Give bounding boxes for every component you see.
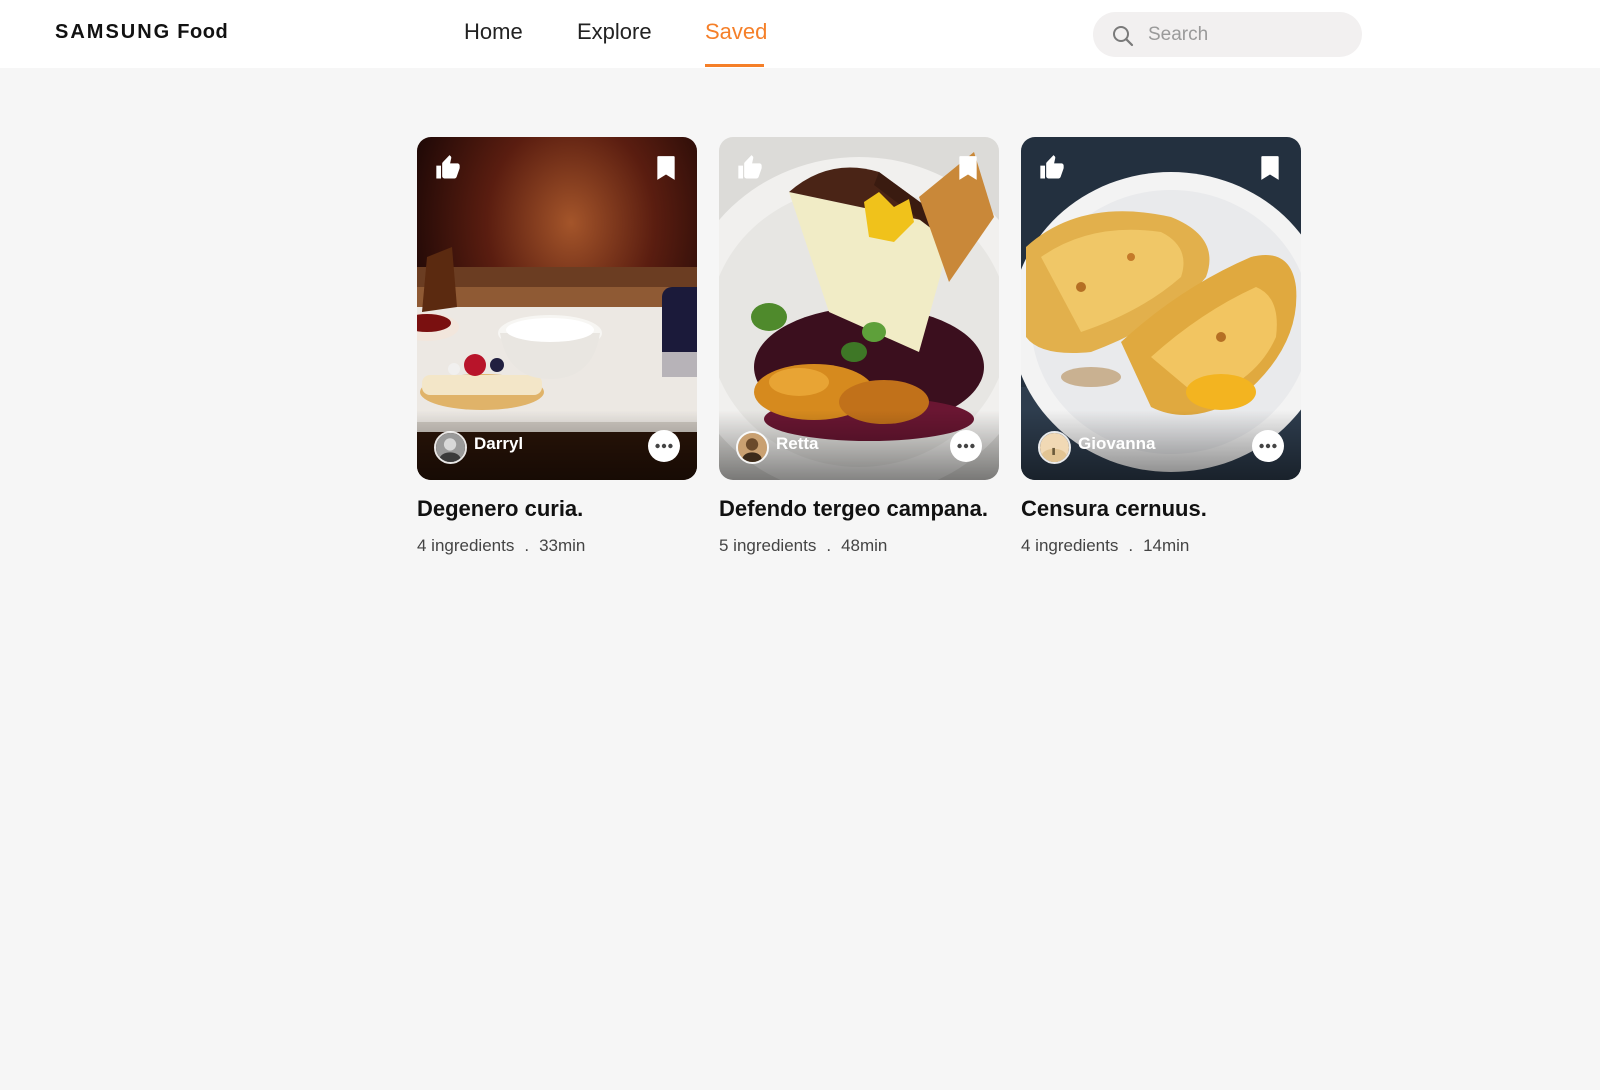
recipe-author[interactable]: Darryl (434, 430, 523, 464)
recipe-title[interactable]: Degenero curia. (417, 496, 583, 522)
recipe-title[interactable]: Censura cernuus. (1021, 496, 1207, 522)
logo-brand: SAMSUNG (55, 21, 172, 43)
cook-time: 48min (841, 536, 888, 555)
recipe-photo[interactable]: Retta (719, 137, 999, 480)
author-name: Retta (776, 434, 819, 453)
recipe-author[interactable]: Retta (736, 430, 819, 464)
avatar (1038, 430, 1071, 464)
ingredient-count: 4 ingredients (417, 536, 515, 555)
meta-separator: . (524, 536, 530, 555)
bookmark-icon[interactable] (957, 155, 979, 181)
bookmark-icon[interactable] (1259, 155, 1281, 181)
recipe-card[interactable]: Darryl Degenero curia. 4 ingredients. 33m… (417, 137, 697, 556)
logo-product: Food (177, 21, 229, 43)
samsung-food-logo[interactable]: SAMSUNG Food (55, 21, 228, 44)
ingredient-count: 5 ingredients (719, 536, 817, 555)
nav-saved[interactable]: Saved (705, 19, 767, 45)
nav-home[interactable]: Home (464, 19, 523, 45)
cook-time: 33min (539, 536, 586, 555)
thumbs-up-icon[interactable] (434, 154, 462, 182)
top-navigation-bar: SAMSUNG Food Home Explore Saved (0, 0, 1600, 68)
search-icon (1113, 26, 1134, 47)
author-name: Darryl (474, 434, 524, 453)
search-bar[interactable] (1093, 12, 1362, 57)
recipe-meta: 4 ingredients. 14min (1021, 536, 1301, 556)
meta-separator: . (826, 536, 832, 555)
thumbs-up-icon[interactable] (1038, 154, 1066, 182)
thumbs-up-icon[interactable] (736, 154, 764, 182)
recipe-photo[interactable]: Giovanna (1021, 137, 1301, 480)
recipe-meta: 4 ingredients. 33min (417, 536, 697, 556)
more-options-button[interactable] (1252, 430, 1284, 462)
recipe-meta: 5 ingredients. 48min (719, 536, 999, 556)
search-input[interactable] (1148, 18, 1348, 51)
more-icon (653, 435, 675, 457)
meta-separator: . (1128, 536, 1134, 555)
more-icon (1257, 435, 1279, 457)
nav-explore[interactable]: Explore (577, 19, 652, 45)
avatar (736, 430, 769, 464)
recipe-photo[interactable]: Darryl (417, 137, 697, 480)
more-icon (955, 435, 977, 457)
more-options-button[interactable] (648, 430, 680, 462)
more-options-button[interactable] (950, 430, 982, 462)
recipe-author[interactable]: Giovanna (1038, 430, 1155, 464)
avatar (434, 430, 467, 464)
bookmark-icon[interactable] (655, 155, 677, 181)
recipe-card[interactable]: Giovanna Censura cernuus. 4 ingredients.… (1021, 137, 1301, 556)
active-tab-indicator (705, 64, 764, 67)
recipe-title[interactable]: Defendo tergeo campana. (719, 496, 988, 522)
ingredient-count: 4 ingredients (1021, 536, 1119, 555)
author-name: Giovanna (1078, 434, 1156, 453)
recipe-card[interactable]: Retta Defendo tergeo campana. 5 ingredie… (719, 137, 999, 556)
cook-time: 14min (1143, 536, 1190, 555)
